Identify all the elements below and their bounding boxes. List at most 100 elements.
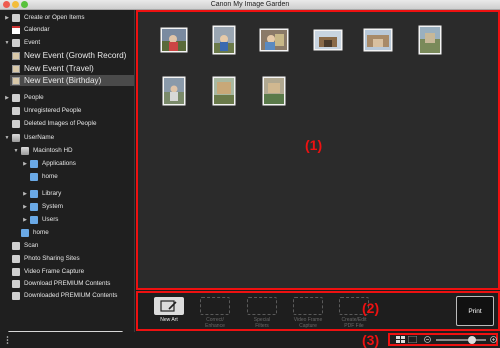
image-thumbnail[interactable]: [210, 26, 238, 54]
new-art-label: New Art: [160, 317, 178, 323]
special-filters-label: Special Filters: [253, 317, 271, 329]
disclosure-right-icon[interactable]: ▶: [22, 217, 28, 223]
zoom-out-icon[interactable]: [424, 336, 431, 343]
video-frame-capture-button[interactable]: Video Frame Capture: [291, 297, 325, 329]
sidebar-item-photo-sharing[interactable]: Photo Sharing Sites: [4, 253, 80, 264]
disclosure-right-icon[interactable]: ▶: [22, 191, 28, 197]
disclosure-down-icon[interactable]: ▼: [4, 135, 10, 141]
video-frame-capture-label: Video Frame Capture: [293, 317, 323, 329]
print-button[interactable]: Print: [456, 296, 494, 326]
correct-enhance-button[interactable]: Correct/ Enhance: [198, 297, 232, 329]
photo-image: [214, 27, 234, 53]
sidebar-item-label: Deleted Images of People: [24, 120, 97, 127]
sidebar-item-users[interactable]: ▶ Users: [22, 214, 58, 225]
special-filters-icon: [247, 297, 277, 315]
sidebar-item-event[interactable]: ▼ Event: [4, 37, 40, 48]
callout-area-2: (2): [362, 300, 380, 316]
computer-icon: [12, 133, 20, 142]
window-titlebar: Canon My Image Garden: [0, 0, 500, 10]
detail-view-icon[interactable]: [407, 335, 418, 344]
sidebar-item-downloaded-premium[interactable]: Downloaded PREMIUM Contents: [4, 290, 117, 301]
calendar-icon: [12, 25, 20, 34]
event-icon: [12, 38, 20, 47]
disclosure-right-icon[interactable]: ▶: [4, 15, 10, 21]
sidebar-item-home-user[interactable]: home: [13, 227, 49, 238]
disclosure-right-icon[interactable]: ▶: [22, 204, 28, 210]
sidebar-item-event-growth-record[interactable]: New Event (Growth Record): [12, 50, 126, 61]
window-title: Canon My Image Garden: [210, 1, 290, 8]
folder-icon: [30, 215, 38, 224]
sidebar-item-create-or-open-items[interactable]: ▶ Create or Open Items: [4, 12, 85, 23]
status-menu-icon[interactable]: [6, 336, 9, 344]
sidebar: ▶ Create or Open Items Calendar ▼ Event …: [0, 10, 135, 334]
sidebar-item-video-frame-capture[interactable]: Video Frame Capture: [4, 266, 84, 277]
new-art-button[interactable]: New Art: [152, 297, 186, 323]
callout-area-3: (3): [362, 332, 380, 348]
disclosure-right-icon[interactable]: ▶: [4, 95, 10, 101]
sidebar-item-scan[interactable]: Scan: [4, 240, 38, 251]
sidebar-item-system[interactable]: ▶ System: [22, 201, 63, 212]
image-thumbnail[interactable]: [260, 77, 288, 105]
correct-enhance-icon: [200, 297, 230, 315]
sidebar-item-event-travel[interactable]: New Event (Travel): [12, 63, 94, 74]
disclosure-down-icon[interactable]: ▼: [4, 40, 10, 46]
sidebar-item-label: Unregistered People: [24, 107, 82, 114]
sidebar-item-calendar[interactable]: Calendar: [4, 24, 50, 35]
photo-image: [264, 78, 284, 104]
create-edit-pdf-label: Create/Edit PDF File: [341, 317, 367, 329]
sidebar-item-label: Video Frame Capture: [24, 268, 85, 275]
sidebar-item-label: New Event (Travel): [24, 64, 94, 73]
photo-image: [164, 78, 184, 104]
sidebar-item-people[interactable]: ▶ People: [4, 92, 44, 103]
zoom-slider-knob[interactable]: [468, 336, 476, 344]
image-thumbnail[interactable]: [364, 26, 392, 54]
deleted-people-icon: [12, 119, 20, 128]
image-thumbnail[interactable]: [260, 26, 288, 54]
image-thumbnail[interactable]: [314, 26, 342, 54]
disclosure-right-icon[interactable]: ▶: [22, 161, 28, 167]
event-thumbnail-icon: [12, 64, 20, 73]
video-frame-icon: [12, 267, 20, 276]
sidebar-item-label: Macintosh HD: [33, 147, 73, 154]
sidebar-item-username[interactable]: ▼ UserName: [4, 132, 54, 143]
sidebar-item-library[interactable]: ▶ Library: [22, 188, 61, 199]
folder-icon: [30, 159, 38, 168]
zoom-slider[interactable]: [436, 339, 486, 341]
sidebar-item-label: UserName: [24, 134, 55, 141]
sidebar-item-label: Create or Open Items: [24, 14, 85, 21]
sidebar-item-label: Downloaded PREMIUM Contents: [24, 292, 118, 299]
downloaded-icon: [12, 291, 20, 300]
disclosure-down-icon[interactable]: ▼: [13, 148, 19, 154]
sidebar-item-label: New Event (Growth Record): [24, 51, 127, 60]
sidebar-item-applications[interactable]: ▶ Applications: [22, 158, 76, 169]
callout-area-1: (1): [305, 137, 323, 153]
event-thumbnail-icon: [12, 51, 20, 60]
photo-image: [365, 30, 391, 50]
image-thumbnail[interactable]: [210, 77, 238, 105]
sidebar-item-event-birthday[interactable]: New Event (Birthday): [10, 75, 134, 86]
sidebar-item-macintosh-hd[interactable]: ▼ Macintosh HD: [13, 145, 73, 156]
sidebar-item-unregistered-people[interactable]: Unregistered People: [4, 105, 81, 116]
home-folder-icon: [21, 228, 29, 237]
special-filters-button[interactable]: Special Filters: [245, 297, 279, 329]
photo-image: [315, 31, 341, 49]
sidebar-item-download-premium[interactable]: Download PREMIUM Contents: [4, 278, 110, 289]
sidebar-item-deleted-images[interactable]: Deleted Images of People: [4, 118, 96, 129]
sidebar-item-label: home: [33, 229, 49, 236]
image-thumbnail[interactable]: [160, 77, 188, 105]
image-thumbnail[interactable]: [160, 26, 188, 54]
folder-icon: [30, 189, 38, 198]
zoom-in-icon[interactable]: [490, 336, 497, 343]
image-thumbnail[interactable]: [416, 26, 444, 54]
download-icon: [12, 279, 20, 288]
photo-image: [214, 78, 234, 104]
thumbnail-view-icon[interactable]: [396, 336, 405, 343]
new-art-icon: [154, 297, 184, 315]
sidebar-item-label: Photo Sharing Sites: [24, 255, 80, 262]
sidebar-item-label: Event: [24, 39, 41, 46]
sidebar-item-label: Applications: [42, 160, 76, 167]
sidebar-item-label: home: [42, 173, 58, 180]
sidebar-item-home[interactable]: home: [22, 171, 58, 182]
scan-icon: [12, 241, 20, 250]
photo-sharing-icon: [12, 254, 20, 263]
